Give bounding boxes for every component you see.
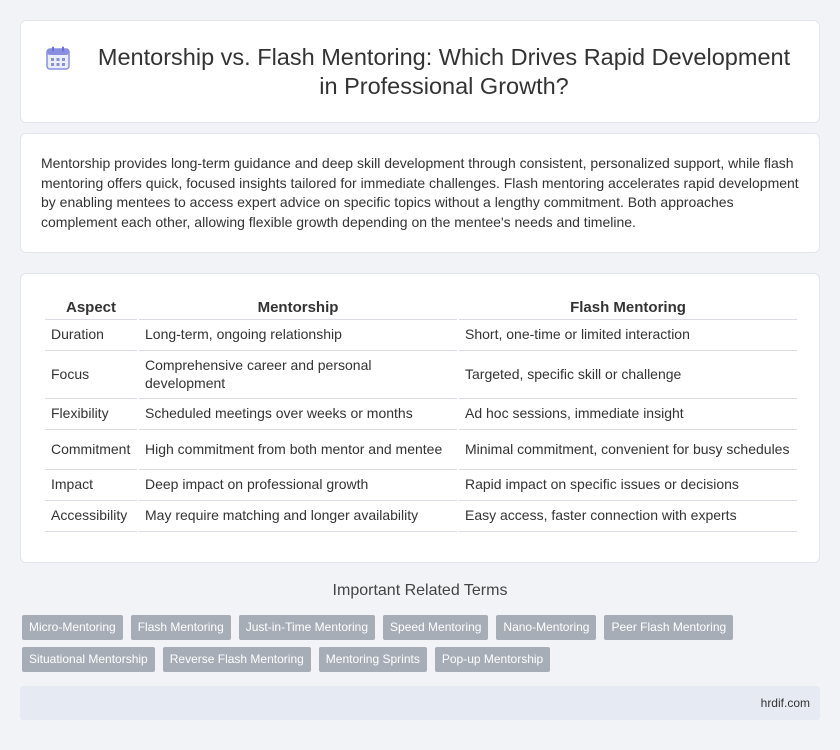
header-aspect: Aspect <box>45 294 137 320</box>
table-header-row: Aspect Mentorship Flash Mentoring <box>45 294 797 320</box>
intro-card: Mentorship provides long-term guidance a… <box>20 133 820 253</box>
row-flash-mentoring: Easy access, faster connection with expe… <box>459 501 797 532</box>
row-mentorship: High commitment from both mentor and men… <box>139 430 457 470</box>
tag-just-in-time-mentoring[interactable]: Just-in-Time Mentoring <box>238 615 376 640</box>
row-flash-mentoring: Rapid impact on specific issues or decis… <box>459 470 797 501</box>
tag-situational-mentorship[interactable]: Situational Mentorship <box>22 647 155 672</box>
row-mentorship: Comprehensive career and personal develo… <box>139 351 457 399</box>
row-flash-mentoring: Minimal commitment, convenient for busy … <box>459 430 797 470</box>
table-row: Impact Deep impact on professional growt… <box>45 470 797 501</box>
footer-bar: hrdif.com <box>20 686 820 720</box>
tag-speed-mentoring[interactable]: Speed Mentoring <box>383 615 489 640</box>
table-row: Focus Comprehensive career and personal … <box>45 351 797 399</box>
tag-pop-up-mentorship[interactable]: Pop-up Mentorship <box>434 647 551 672</box>
row-aspect: Impact <box>45 470 137 501</box>
calendar-icon <box>46 46 70 70</box>
tag-flash-mentoring[interactable]: Flash Mentoring <box>130 615 231 640</box>
row-flash-mentoring: Short, one-time or limited interaction <box>459 320 797 351</box>
table-row: Commitment High commitment from both men… <box>45 430 797 470</box>
row-flash-mentoring: Targeted, specific skill or challenge <box>459 351 797 399</box>
row-aspect: Accessibility <box>45 501 137 532</box>
row-mentorship: Long-term, ongoing relationship <box>139 320 457 351</box>
related-terms-tags: Micro-Mentoring Flash Mentoring Just-in-… <box>22 615 818 672</box>
header-mentorship: Mentorship <box>139 294 457 320</box>
row-mentorship: Deep impact on professional growth <box>139 470 457 501</box>
tag-nano-mentoring[interactable]: Nano-Mentoring <box>496 615 597 640</box>
footer-site-link[interactable]: hrdif.com <box>761 686 810 720</box>
title-wrap: Mentorship vs. Flash Mentoring: Which Dr… <box>21 21 819 122</box>
comparison-card: Aspect Mentorship Flash Mentoring Durati… <box>20 273 820 563</box>
table-row: Accessibility May require matching and l… <box>45 501 797 532</box>
row-aspect: Flexibility <box>45 399 137 430</box>
table-row: Duration Long-term, ongoing relationship… <box>45 320 797 351</box>
title-card: Mentorship vs. Flash Mentoring: Which Dr… <box>20 20 820 123</box>
table-row: Flexibility Scheduled meetings over week… <box>45 399 797 430</box>
tag-micro-mentoring[interactable]: Micro-Mentoring <box>22 615 123 640</box>
tag-reverse-flash-mentoring[interactable]: Reverse Flash Mentoring <box>162 647 311 672</box>
related-terms-heading: Important Related Terms <box>332 582 508 599</box>
row-aspect: Focus <box>45 351 137 399</box>
row-aspect: Duration <box>45 320 137 351</box>
tag-mentoring-sprints[interactable]: Mentoring Sprints <box>318 647 427 672</box>
tag-peer-flash-mentoring[interactable]: Peer Flash Mentoring <box>604 615 734 640</box>
page-title: Mentorship vs. Flash Mentoring: Which Dr… <box>97 43 791 99</box>
intro-paragraph: Mentorship provides long-term guidance a… <box>41 155 799 230</box>
row-aspect: Commitment <box>45 430 137 470</box>
row-mentorship: May require matching and longer availabi… <box>139 501 457 532</box>
comparison-table: Aspect Mentorship Flash Mentoring Durati… <box>43 294 799 532</box>
row-flash-mentoring: Ad hoc sessions, immediate insight <box>459 399 797 430</box>
row-mentorship: Scheduled meetings over weeks or months <box>139 399 457 430</box>
header-flash-mentoring: Flash Mentoring <box>459 294 797 320</box>
